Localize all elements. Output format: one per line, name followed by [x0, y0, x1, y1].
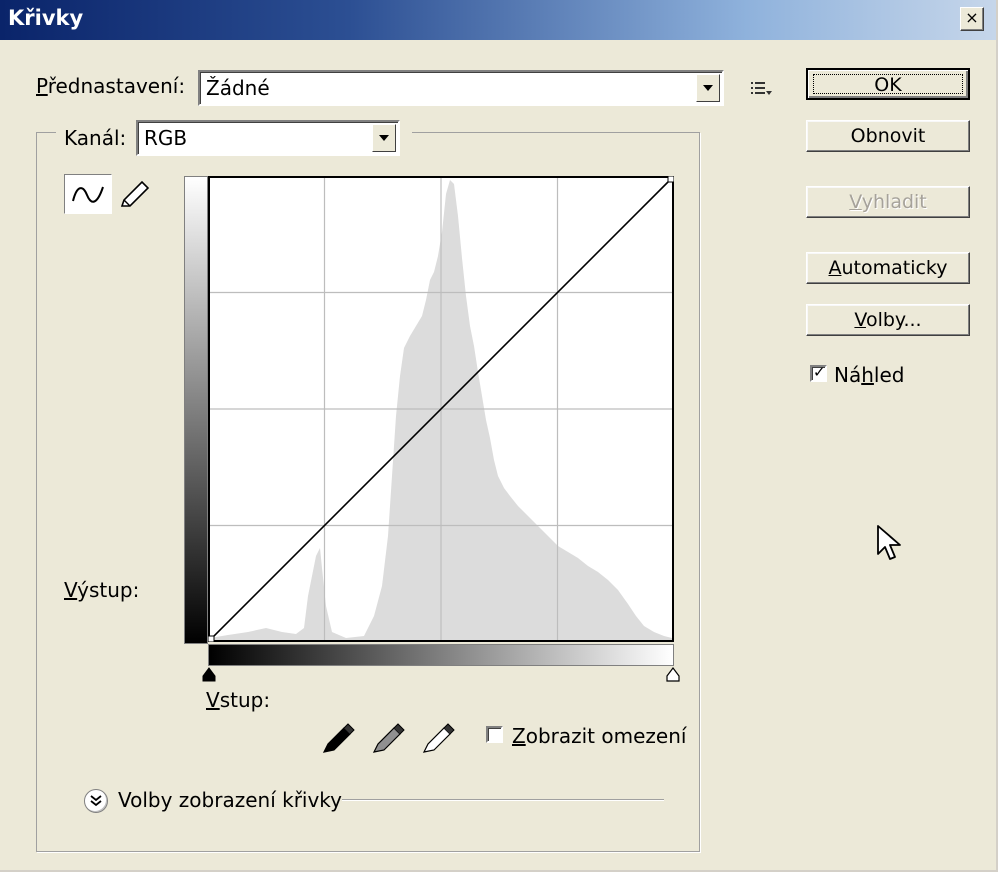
black-point-slider[interactable]: [200, 666, 218, 684]
divider: [342, 799, 664, 800]
mouse-cursor-icon: [877, 525, 901, 560]
preview-checkbox[interactable]: ✓: [810, 363, 827, 382]
input-label: Vstup:: [206, 688, 271, 712]
chevron-down-icon[interactable]: [696, 74, 720, 102]
preset-dropdown[interactable]: Žádné: [198, 70, 724, 106]
preview-label: Náhled: [834, 363, 905, 387]
pencil-tool-icon[interactable]: [116, 178, 156, 210]
chevron-down-icon[interactable]: [372, 124, 396, 152]
auto-button[interactable]: Automaticky: [806, 252, 970, 284]
expand-chevron-icon[interactable]: [84, 789, 108, 813]
window-title: Křivky: [8, 6, 84, 30]
close-button[interactable]: ×: [960, 7, 984, 31]
curve-graph[interactable]: [208, 176, 674, 642]
show-clipping-label: Zobrazit omezení: [512, 724, 687, 748]
title-bar: Křivky ×: [0, 0, 996, 40]
preset-value: Žádné: [206, 76, 270, 100]
checkmark-icon: ✓: [813, 363, 826, 381]
channel-label: Kanál:: [64, 126, 127, 150]
white-eyedropper-icon[interactable]: [420, 720, 458, 756]
output-gradient-bar: [184, 176, 208, 644]
channel-value: RGB: [144, 126, 188, 150]
curves-dialog: Křivky × Přednastavení: Žádné OK Obnovit…: [0, 0, 998, 872]
curve-control-point[interactable]: [208, 635, 215, 642]
curve-tool-icon: [72, 186, 104, 203]
curve-control-point[interactable]: [667, 176, 674, 183]
show-clipping-checkbox[interactable]: [486, 726, 503, 743]
curve-display-options-label[interactable]: Volby zobrazení křivky: [118, 788, 342, 812]
reset-button[interactable]: Obnovit: [806, 120, 970, 152]
preset-menu-icon[interactable]: [750, 80, 774, 98]
ok-button[interactable]: OK: [806, 68, 970, 100]
output-label: Výstup:: [64, 578, 140, 602]
options-button[interactable]: Volby...: [806, 304, 970, 336]
gray-eyedropper-icon[interactable]: [370, 720, 408, 756]
black-eyedropper-icon[interactable]: [320, 720, 358, 756]
smooth-button: Vyhladit: [806, 186, 970, 218]
input-gradient-bar: [208, 644, 674, 666]
preset-label: Přednastavení:: [36, 74, 186, 98]
curve-tool-button[interactable]: [64, 174, 112, 214]
channel-dropdown[interactable]: RGB: [136, 120, 400, 156]
white-point-slider[interactable]: [664, 666, 682, 684]
